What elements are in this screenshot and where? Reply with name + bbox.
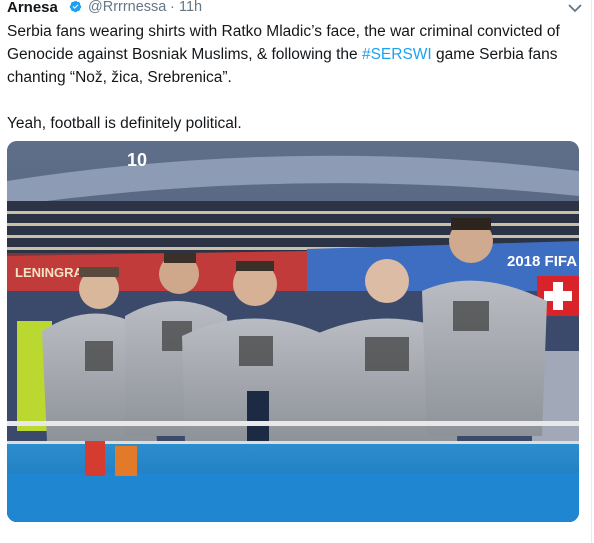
fifa-banner-text: 2018 FIFA W bbox=[507, 253, 579, 270]
verified-badge-icon bbox=[69, 0, 82, 13]
hashtag-link[interactable]: #SERSWI bbox=[362, 46, 432, 63]
separator-dot: · bbox=[170, 0, 175, 15]
tweet-header: Arnesa @Rrrrnessa · 11h bbox=[7, 0, 585, 18]
column-border bbox=[591, 0, 592, 543]
tweet-timestamp[interactable]: 11h bbox=[179, 0, 202, 15]
tweet-text: Serbia fans wearing shirts with Ratko Ml… bbox=[7, 20, 582, 135]
author-handle[interactable]: @Rrrrnessa bbox=[88, 0, 166, 15]
stand-number: 10 bbox=[127, 150, 147, 170]
stadium-photo: 10 LENINGRAD 2018 FIFA W bbox=[7, 141, 579, 522]
tweet-actions bbox=[7, 536, 582, 543]
chevron-down-icon[interactable] bbox=[567, 1, 583, 13]
cup bbox=[85, 441, 105, 476]
tweet-photo[interactable]: 10 LENINGRAD 2018 FIFA W bbox=[7, 141, 579, 522]
author-name[interactable]: Arnesa bbox=[7, 0, 58, 16]
railing bbox=[7, 421, 579, 426]
